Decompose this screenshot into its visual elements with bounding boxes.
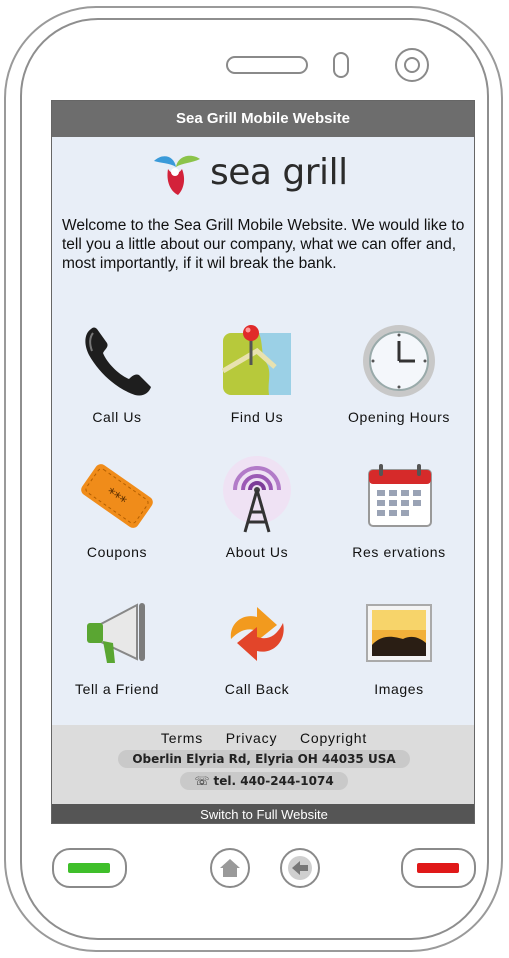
calendar-icon <box>368 464 432 527</box>
proximity-sensor <box>333 52 349 78</box>
tile-label: Coupons <box>86 544 148 560</box>
tile-label: Find Us <box>230 409 284 425</box>
back-arrow-icon <box>288 856 312 880</box>
tile-images[interactable]: Images <box>334 593 464 713</box>
tile-label: Tell a Friend <box>74 681 160 697</box>
page-title: Sea Grill Mobile Website <box>52 101 474 137</box>
megaphone-icon <box>87 603 145 663</box>
speaker-grille <box>226 56 308 74</box>
phone-icon <box>85 327 151 396</box>
tile-tell-a-friend[interactable]: Tell a Friend <box>52 593 182 713</box>
broadcast-icon <box>223 456 291 533</box>
tile-label: Call Us <box>92 409 142 425</box>
tile-call-back[interactable]: Call Back <box>192 593 322 713</box>
home-icon <box>220 859 240 877</box>
tile-reservations[interactable]: Res ervations <box>334 456 464 576</box>
refresh-icon <box>230 607 284 661</box>
switch-to-full-website-button[interactable]: Switch to Full Website <box>52 804 474 823</box>
ticket-icon: *** <box>81 464 153 528</box>
phone-small-icon: ☏ <box>194 774 214 788</box>
clock-icon <box>363 325 435 397</box>
phone-number: tel. 440-244-1074 <box>213 774 334 788</box>
front-camera <box>395 48 429 82</box>
tile-about-us[interactable]: About Us <box>192 456 322 576</box>
tile-coupons[interactable]: *** Coupons <box>52 456 182 576</box>
sea-grill-logo[interactable]: sea grill <box>148 151 378 199</box>
call-hardware-button[interactable] <box>52 848 127 888</box>
footer-links: Terms Privacy Copyright <box>52 730 474 746</box>
tile-find-us[interactable]: Find Us <box>192 321 322 441</box>
terms-link[interactable]: Terms <box>161 730 203 746</box>
tile-label: Images <box>374 681 424 697</box>
tile-label: Opening Hours <box>348 409 450 425</box>
phone-screen: Sea Grill Mobile Website sea grill Welco… <box>51 100 475 824</box>
address-pill[interactable]: Oberlin Elyria Rd, Elyria OH 44035 USA <box>118 750 410 768</box>
tile-opening-hours[interactable]: Opening Hours <box>334 321 464 441</box>
image-icon <box>366 604 432 662</box>
tile-label: About Us <box>225 544 289 560</box>
welcome-text: Welcome to the Sea Grill Mobile Website.… <box>62 217 465 272</box>
phone-pill[interactable]: ☏ tel. 440-244-1074 <box>180 772 348 790</box>
home-button[interactable] <box>210 848 250 888</box>
tile-label: Call Back <box>224 681 290 697</box>
map-pin-icon <box>221 325 291 395</box>
privacy-link[interactable]: Privacy <box>226 730 278 746</box>
copyright-link[interactable]: Copyright <box>300 730 367 746</box>
end-call-hardware-button[interactable] <box>401 848 476 888</box>
tile-label: Res ervations <box>352 544 446 560</box>
footer: Terms Privacy Copyright Oberlin Elyria R… <box>52 725 474 804</box>
back-button[interactable] <box>280 848 320 888</box>
logo-mark-icon <box>154 155 200 195</box>
logo-text: sea grill <box>210 152 348 193</box>
tile-call-us[interactable]: Call Us <box>52 321 182 441</box>
